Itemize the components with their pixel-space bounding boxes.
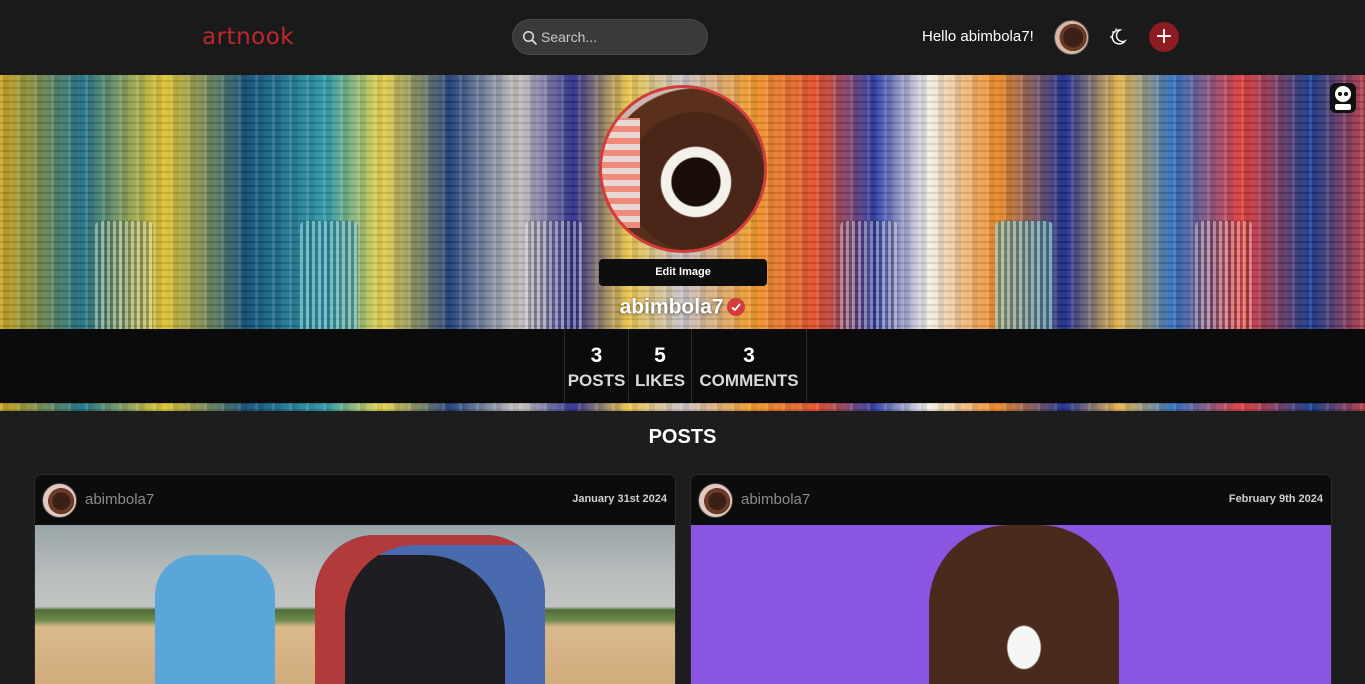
post-card-header: abimbola7 January 31st 2024 <box>35 475 675 525</box>
moon-icon[interactable] <box>1108 27 1128 47</box>
profile-username: abimbola7 <box>0 295 1365 319</box>
stat-comments[interactable]: 3 COMMENTS <box>691 329 807 403</box>
post-author-name[interactable]: abimbola7 <box>85 491 154 508</box>
post-author-name[interactable]: abimbola7 <box>741 491 810 508</box>
stat-posts[interactable]: 3 POSTS <box>564 329 628 403</box>
post-author-avatar[interactable] <box>42 483 77 518</box>
profile-photo <box>599 85 767 253</box>
stat-value: 5 <box>654 344 666 367</box>
profile-stats: 3 POSTS 5 LIKES 3 COMMENTS <box>0 329 1365 403</box>
search-bar[interactable] <box>512 19 708 55</box>
add-post-button[interactable]: + <box>1149 22 1179 52</box>
search-icon <box>522 30 537 45</box>
post-date: February 9th 2024 <box>1228 493 1323 505</box>
post-date: January 31st 2024 <box>572 493 667 505</box>
username-text: abimbola7 <box>619 295 724 319</box>
logo[interactable]: artnook <box>202 24 294 50</box>
verified-icon <box>727 298 746 317</box>
stat-value: 3 <box>590 344 603 367</box>
stat-label: POSTS <box>567 371 626 390</box>
post-image[interactable] <box>35 525 675 684</box>
user-avatar[interactable] <box>1054 20 1089 55</box>
stat-label: LIKES <box>634 371 686 390</box>
post-author-avatar[interactable] <box>698 483 733 518</box>
post-card[interactable]: abimbola7 February 9th 2024 <box>690 474 1332 684</box>
search-input[interactable] <box>541 20 701 54</box>
robot-icon[interactable] <box>1328 81 1358 115</box>
greeting-text: Hello abimbola7! <box>922 28 1034 45</box>
edit-image-button[interactable]: Edit Image <box>599 259 767 286</box>
post-card[interactable]: abimbola7 January 31st 2024 <box>34 474 676 684</box>
stat-likes[interactable]: 5 LIKES <box>628 329 691 403</box>
posts-heading: POSTS <box>648 426 717 448</box>
stat-label: COMMENTS <box>699 371 799 390</box>
post-card-header: abimbola7 February 9th 2024 <box>691 475 1331 525</box>
stat-value: 3 <box>743 344 755 367</box>
post-image[interactable] <box>691 525 1331 684</box>
top-navbar: artnook Hello abimbola7! + <box>0 0 1365 75</box>
